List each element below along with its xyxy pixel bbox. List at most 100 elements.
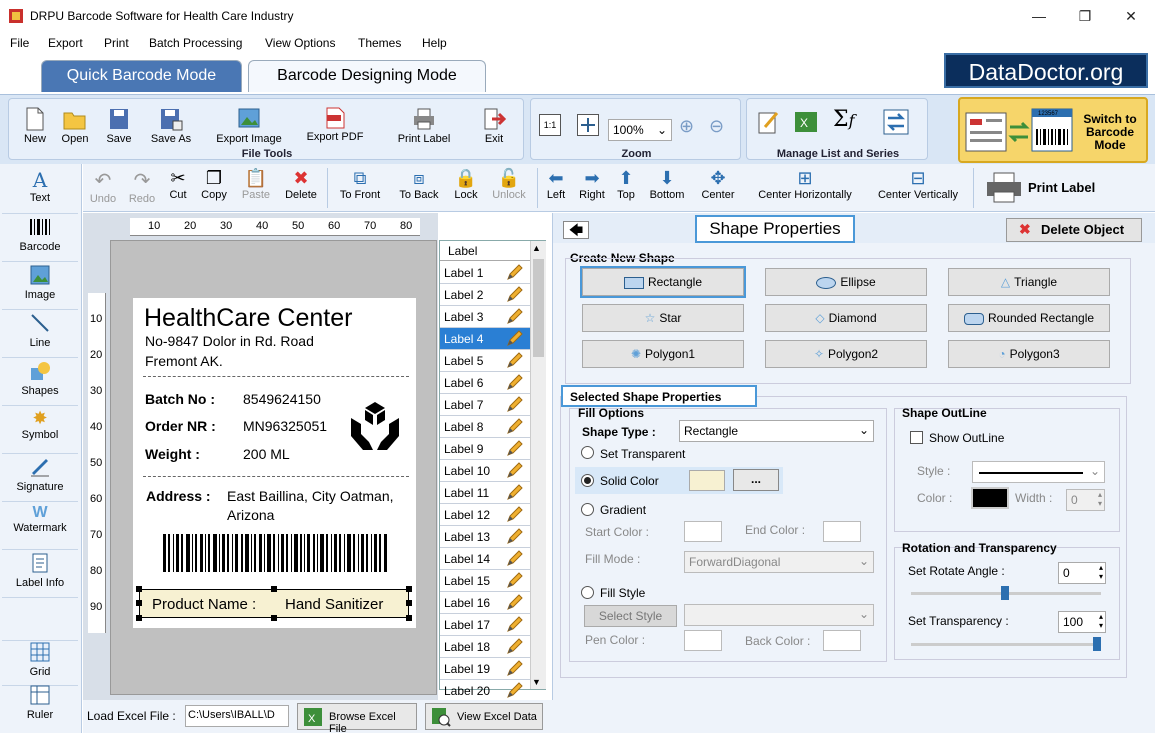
gradient-radio[interactable] [581,503,594,516]
edit-pencil-icon[interactable] [502,594,526,612]
edit-pencil-icon[interactable] [502,682,526,700]
redo-button[interactable]: ↷ Redo [127,168,157,205]
fit-to-window-icon[interactable] [577,114,599,136]
label-list-item[interactable]: Label 14 [440,548,530,570]
watermark-tool[interactable]: W Watermark [2,504,78,550]
switch-barcode-mode-button[interactable]: 123567 Switch to Barcode Mode [958,97,1148,163]
edit-pencil-icon[interactable] [502,418,526,436]
line-tool[interactable]: Line [2,312,78,358]
label-list-item[interactable]: Label 6 [440,372,530,394]
actual-size-icon[interactable]: 1:1 [539,114,561,136]
menu-export[interactable]: Export [48,36,83,50]
label-card[interactable]: HealthCare Center No-9847 Dolor in Rd. R… [133,298,416,628]
tab-barcode-designing-mode[interactable]: Barcode Designing Mode [248,60,486,92]
address-key[interactable]: Address : [146,488,211,504]
menu-batch-processing[interactable]: Batch Processing [149,36,242,50]
to-back-button[interactable]: ⧈ To Back [395,168,443,201]
rotate-slider-thumb[interactable] [1001,586,1009,600]
edit-pencil-icon[interactable] [502,440,526,458]
label-list-item[interactable]: Label 18 [440,636,530,658]
delete-object-button[interactable]: ✖ Delete Object [1006,218,1142,242]
swap-arrows-icon[interactable] [883,109,909,138]
lock-button[interactable]: 🔒 Lock [451,168,481,201]
shape-triangle-button[interactable]: △ Triangle [948,268,1110,296]
scroll-down-icon[interactable]: ▼ [532,677,541,687]
export-image-button[interactable]: Export Image [207,107,291,145]
label-list-item[interactable]: Label 2 [440,284,530,306]
edit-pencil-icon[interactable] [502,660,526,678]
solid-color-swatch[interactable] [689,470,725,491]
menu-file[interactable]: File [10,36,29,50]
menu-view-options[interactable]: View Options [265,36,335,50]
export-pdf-button[interactable]: Export PDF [299,107,371,143]
browse-excel-button[interactable]: X Browse Excel File [297,703,417,735]
edit-pencil-icon[interactable] [502,462,526,480]
ruler-tool[interactable]: Ruler [2,684,78,730]
shape-diamond-button[interactable]: ◇ Diamond [765,304,927,332]
unlock-button[interactable]: 🔓 Unlock [487,168,531,201]
label-list-item[interactable]: Label 4 [440,328,530,350]
shape-star-button[interactable]: ☆ Star [582,304,744,332]
fill-style-select[interactable]: ⌄ [684,604,874,626]
excel-series-icon[interactable]: X [793,109,819,138]
label-list-item[interactable]: Label 13 [440,526,530,548]
weight-value[interactable]: 200 ML [243,446,290,462]
transparency-slider-thumb[interactable] [1093,637,1101,651]
undo-button[interactable]: ↶ Undo [89,168,117,205]
scrollbar-thumb[interactable] [533,259,544,357]
selected-rectangle-shape[interactable]: Product Name : Hand Sanitizer [139,589,409,618]
zoom-select[interactable]: 100% ⌄ [608,119,672,141]
outline-color-swatch[interactable] [971,487,1009,509]
shape-polygon3-button[interactable]: ◔ Polygon3 [948,340,1110,368]
resize-handle[interactable] [406,586,412,592]
resize-handle[interactable] [136,615,142,621]
label-list-item[interactable]: Label 3 [440,306,530,328]
outline-style-select[interactable]: ⌄ [972,461,1105,483]
save-button[interactable]: Save [99,107,139,145]
handle-with-care-icon[interactable] [347,400,403,454]
shape-rounded-rectangle-button[interactable]: Rounded Rectangle [948,304,1110,332]
grid-tool[interactable]: Grid [2,640,78,686]
open-button[interactable]: Open [55,107,95,145]
label-list-item[interactable]: Label 17 [440,614,530,636]
scroll-up-icon[interactable]: ▲ [532,243,541,253]
excel-path-input[interactable]: C:\Users\IBALL\D [185,705,289,727]
label-list-item[interactable]: Label 12 [440,504,530,526]
label-list-scrollbar[interactable]: ▲ ▼ [530,241,546,689]
label-list-item[interactable]: Label 8 [440,416,530,438]
symbol-tool[interactable]: ✸ Symbol [2,408,78,454]
label-list-item[interactable]: Label 20 [440,680,530,702]
set-transparent-radio[interactable] [581,446,594,459]
to-front-button[interactable]: ⧉ To Front [335,168,385,201]
batch-no-value[interactable]: 8549624150 [243,391,321,407]
label-list-item[interactable]: Label 9 [440,438,530,460]
end-color-swatch[interactable] [823,521,861,542]
show-outline-checkbox[interactable] [910,431,923,444]
transparency-slider-track[interactable] [911,643,1101,646]
shapes-tool[interactable]: Shapes [2,360,78,406]
order-nr-value[interactable]: MN96325051 [243,418,327,434]
zoom-in-icon[interactable]: ⊕ [679,116,694,137]
barcode[interactable] [163,534,389,574]
edit-pencil-icon[interactable] [502,308,526,326]
weight-key[interactable]: Weight : [145,446,200,462]
center-button[interactable]: ✥ Center [697,168,739,201]
shape-polygon1-button[interactable]: ✺ Polygon1 [582,340,744,368]
pen-color-swatch[interactable] [684,630,722,651]
address-value-line2[interactable]: Arizona [227,507,274,523]
edit-pencil-icon[interactable] [502,550,526,568]
resize-handle[interactable] [406,600,412,606]
transparency-input[interactable]: 100 ▴ ▾ [1058,611,1106,633]
exit-button[interactable]: Exit [473,107,515,145]
print-label-toolbar-button[interactable]: Print Label [985,170,1105,206]
menu-themes[interactable]: Themes [358,36,401,50]
maximize-button[interactable]: ❐ [1062,0,1108,32]
center-vertically-button[interactable]: ⊟ Center Vertically [869,168,967,201]
label-list-item[interactable]: Label 19 [440,658,530,680]
close-button[interactable]: ✕ [1108,0,1154,32]
edit-pencil-icon[interactable] [502,528,526,546]
shape-type-select[interactable]: Rectangle ⌄ [679,420,874,442]
menu-print[interactable]: Print [104,36,129,50]
label-list-item[interactable]: Label 7 [440,394,530,416]
text-tool[interactable]: A Text [2,168,78,214]
